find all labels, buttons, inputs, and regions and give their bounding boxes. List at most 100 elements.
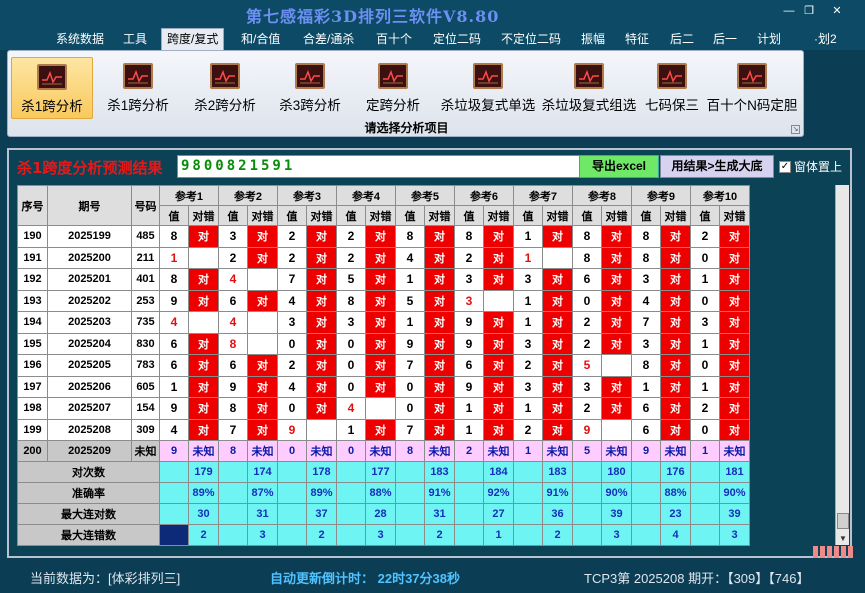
ref-check-cell: [601, 418, 632, 441]
header-check: 对错: [660, 205, 691, 226]
ribbon-tool-button[interactable]: 杀1跨分析: [11, 57, 93, 119]
ref-value-cell: 8: [395, 225, 425, 248]
menu-item[interactable]: 振幅: [578, 29, 608, 49]
pending-status-cell: 未知: [601, 440, 632, 462]
stats-filler-cell: [277, 482, 307, 504]
close-button[interactable]: ✕: [828, 4, 846, 18]
ref-value-cell: 2: [336, 246, 366, 269]
menu-item[interactable]: 合差/通杀: [300, 29, 357, 49]
stats-value-cell: 90%: [601, 482, 632, 504]
stay-on-top-checkbox[interactable]: ✓ 窗体置上: [779, 158, 842, 175]
pending-row: 200 2025209 未知 9 未知 8 未知 0 未知 0 未知 8 未知 2 未知 1 未知 5 未知 9 未知 1…: [17, 440, 750, 462]
ribbon-tool-label: 定跨分析: [366, 98, 420, 113]
ref-check-cell: 对: [424, 418, 455, 441]
menu-item[interactable]: 跨度/复式: [161, 28, 225, 51]
ribbon-tool-button[interactable]: 百十个N码定胆: [705, 57, 799, 119]
menu-item[interactable]: 工具: [120, 29, 150, 49]
chart-icon: [210, 63, 240, 89]
ref-check-cell: 对: [660, 225, 691, 248]
minimize-button[interactable]: —: [780, 4, 798, 18]
ribbon-tool-button[interactable]: 杀3跨分析: [268, 57, 352, 119]
stats-filler-cell: [218, 524, 248, 546]
ref-check-cell: 对: [247, 354, 278, 377]
ribbon-tool-button[interactable]: 七码保三: [641, 57, 703, 119]
menu-item[interactable]: 百十个: [373, 29, 415, 49]
ribbon-tool-button[interactable]: 杀2跨分析: [183, 57, 267, 119]
ribbon-tool-label: 杀垃圾复式组选: [541, 98, 637, 113]
ref-value-cell: 3: [454, 289, 484, 312]
ribbon-tool-button[interactable]: 杀垃圾复式单选: [435, 57, 541, 119]
ribbon-tool-button[interactable]: 杀1跨分析: [96, 57, 180, 119]
stats-row: 对次数 179 174 178 177 183 184 183 180 176 181: [17, 461, 750, 483]
menu-item[interactable]: 特征: [622, 29, 652, 49]
stats-filler-cell: [454, 461, 484, 483]
stats-filler-cell: [277, 524, 307, 546]
export-excel-button[interactable]: 导出excel: [579, 155, 659, 178]
table-row: 199 2025208 309 4 对 7 对 9 1 对 7 对 1 对 2 对 9 6 对 0 对: [17, 418, 750, 441]
stats-filler-cell: [277, 503, 307, 525]
pending-value-cell: 1: [690, 440, 720, 462]
scroll-down-icon[interactable]: ▼: [837, 533, 849, 545]
stats-value-cell: 37: [306, 503, 337, 525]
vertical-scrollbar[interactable]: ▼: [835, 185, 849, 545]
ref-check-cell: 对: [424, 397, 455, 420]
stats-value-cell: 2: [424, 524, 455, 546]
chart-icon: [574, 63, 604, 89]
ribbon-tool-button[interactable]: 杀垃圾复式组选: [539, 57, 639, 119]
ref-value-cell: 6: [631, 418, 661, 441]
ref-check-cell: 对: [306, 289, 337, 312]
ref-check-cell: 对: [365, 246, 396, 269]
menu-item[interactable]: 和/合值: [238, 29, 283, 49]
ref-value-cell: 7: [218, 418, 248, 441]
ribbon-tool-label: 杀1跨分析: [21, 99, 83, 114]
stats-value-cell: 23: [660, 503, 691, 525]
ref-check-cell: 对: [601, 397, 632, 420]
ref-value-cell: 5: [395, 289, 425, 312]
ref-value-cell: 1: [631, 375, 661, 398]
menu-item[interactable]: 定位二码: [430, 29, 484, 49]
ref-value-cell: 2: [572, 332, 602, 355]
stats-filler-cell: [513, 482, 543, 504]
ribbon-tool-button[interactable]: 定跨分析: [353, 57, 433, 119]
maximize-button[interactable]: ❐: [800, 4, 818, 18]
stats-filler-cell: [159, 524, 189, 546]
header-ref: 参考6: [454, 185, 514, 206]
header-check: 对错: [542, 205, 573, 226]
ref-check-cell: 对: [542, 354, 573, 377]
ref-value-cell: 4: [159, 418, 189, 441]
ref-check-cell: 对: [306, 246, 337, 269]
result-value-field[interactable]: 9800821591: [177, 155, 585, 178]
menu-item[interactable]: 后二: [667, 29, 697, 49]
menu-item[interactable]: 不定位二码: [498, 29, 564, 49]
generate-base-button[interactable]: 用结果>生成大底: [660, 155, 774, 178]
ribbon-tool-label: 杀3跨分析: [279, 98, 341, 113]
ref-check-cell: [247, 268, 278, 291]
menu-item[interactable]: ·划2: [811, 29, 840, 49]
stats-filler-cell: [572, 482, 602, 504]
stats-label: 对次数: [17, 461, 160, 483]
menu-item[interactable]: 系统数据: [53, 29, 107, 49]
stats-filler-cell: [513, 503, 543, 525]
table-row: 198 2025207 154 9 对 8 对 0 对 4 0 对 1 对 1 对 2 对 6 对 2 对: [17, 397, 750, 420]
ref-check-cell: 对: [719, 311, 750, 334]
ref-check-cell: 对: [601, 246, 632, 269]
stats-filler-cell: [513, 524, 543, 546]
ref-value-cell: 9: [454, 311, 484, 334]
dialog-launcher-icon[interactable]: ↘: [791, 125, 800, 134]
checkbox-check-icon[interactable]: ✓: [779, 160, 791, 173]
ref-value-cell: 3: [690, 311, 720, 334]
menu-item[interactable]: 计划: [754, 29, 784, 49]
row-code: 211: [131, 246, 160, 269]
scrollbar-thumb[interactable]: [837, 513, 849, 529]
ref-check-cell: 对: [188, 375, 219, 398]
stats-filler-cell: [572, 524, 602, 546]
ref-value-cell: 1: [159, 375, 189, 398]
pending-status-cell: 未知: [188, 440, 219, 462]
ref-value-cell: 1: [454, 418, 484, 441]
header-check: 对错: [306, 205, 337, 226]
menu-item[interactable]: 后一: [710, 29, 740, 49]
ref-check-cell: 对: [424, 268, 455, 291]
ref-check-cell: [188, 311, 219, 334]
stats-value-cell: 177: [365, 461, 396, 483]
header-val: 值: [572, 205, 602, 226]
